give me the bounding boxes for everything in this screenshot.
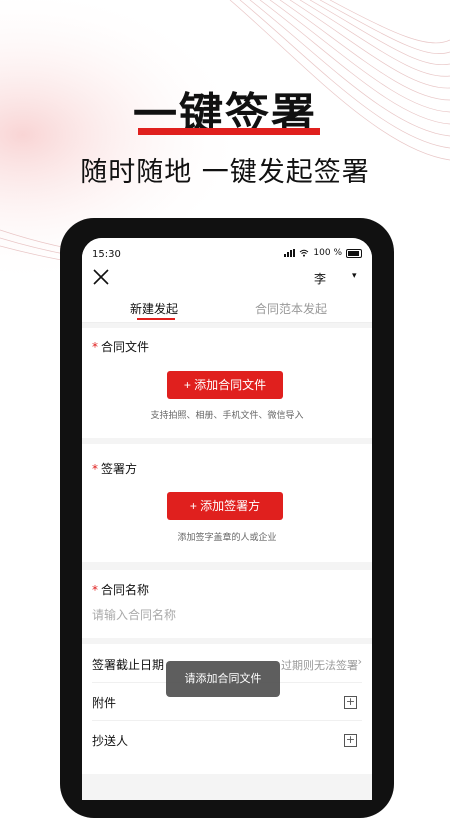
signers-label: 签署方 — [101, 462, 138, 476]
toast-message: 请添加合同文件 — [166, 661, 280, 697]
required-mark: * — [92, 583, 98, 597]
tab-bar: 新建发起 合同范本发起 — [82, 292, 372, 323]
deadline-value[interactable]: 过期则无法签署 — [281, 657, 358, 673]
status-time: 15:30 — [92, 249, 121, 260]
plus-square-icon[interactable]: + — [344, 696, 357, 709]
status-indicators: 100 % — [284, 248, 362, 258]
signal-icon — [284, 249, 296, 257]
contract-name-input[interactable]: 请输入合同名称 — [92, 606, 176, 623]
attachment-label: 附件 — [92, 696, 117, 710]
deadline-label: 签署截止日期 — [92, 658, 165, 672]
cc-label: 抄送人 — [92, 734, 129, 748]
user-name[interactable]: 李 — [314, 270, 326, 287]
signers-hint: 添加签字盖章的人或企业 — [177, 533, 277, 543]
contract-file-section: * 合同文件 + 添加合同文件 支持拍照、相册、手机文件、微信导入 — [82, 328, 372, 438]
wifi-icon — [300, 249, 309, 257]
nav-bar: 李 ▾ — [82, 264, 372, 292]
signers-title: * 签署方 — [92, 460, 137, 477]
battery-icon — [346, 248, 362, 258]
contract-file-title: * 合同文件 — [92, 338, 149, 355]
close-icon[interactable] — [92, 268, 110, 286]
chevron-down-icon[interactable]: ▾ — [352, 271, 357, 281]
signers-section: * 签署方 + 添加签署方 添加签字盖章的人或企业 — [82, 444, 372, 562]
status-bar: 15:30 100 % — [82, 238, 372, 264]
row-divider — [92, 720, 362, 721]
contract-file-hint: 支持拍照、相册、手机文件、微信导入 — [150, 411, 304, 421]
contract-name-title: * 合同名称 — [92, 581, 149, 598]
battery-percent: 100 % — [313, 248, 342, 258]
tab-template-initiate[interactable]: 合同范本发起 — [255, 300, 327, 317]
headline-underline — [138, 128, 320, 135]
required-mark: * — [92, 340, 98, 354]
add-contract-file-button[interactable]: + 添加合同文件 — [167, 371, 283, 399]
add-signer-button[interactable]: + 添加签署方 — [167, 492, 283, 520]
chevron-right-icon[interactable]: › — [358, 655, 362, 668]
promo-subheadline: 随时随地 一键发起签署 — [80, 157, 370, 188]
contract-name-label: 合同名称 — [101, 583, 150, 597]
contract-file-label: 合同文件 — [101, 340, 150, 354]
contract-name-section: * 合同名称 请输入合同名称 — [82, 570, 372, 638]
tab-new-initiate[interactable]: 新建发起 — [130, 300, 178, 317]
active-tab-indicator — [137, 318, 175, 320]
required-mark: * — [92, 462, 98, 476]
phone-screen: 15:30 100 % 李 ▾ 新建发起 合同范本发起 * 合同文件 + 添加合同… — [82, 238, 372, 800]
plus-square-icon[interactable]: + — [344, 734, 357, 747]
